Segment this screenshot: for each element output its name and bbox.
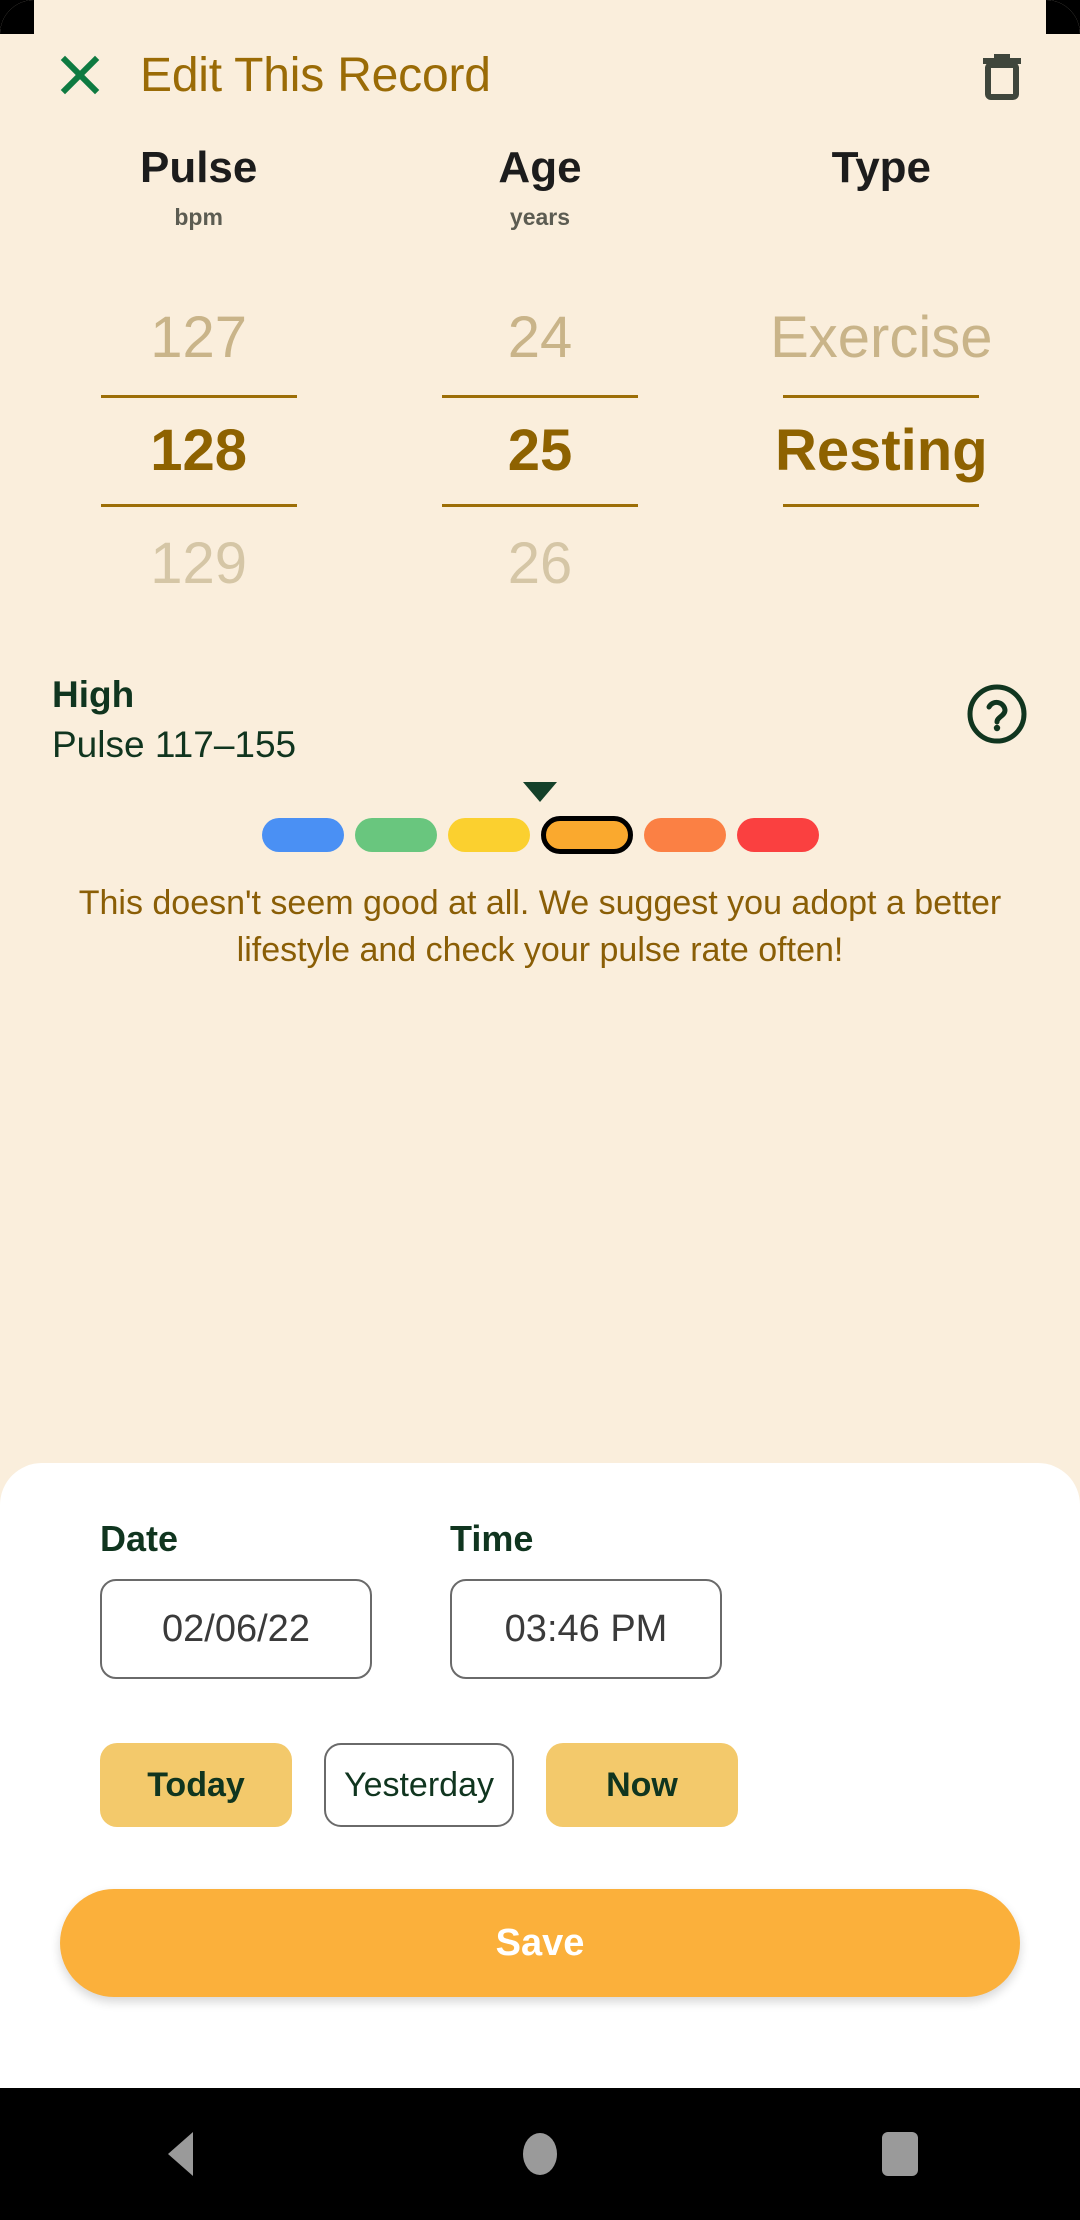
scale-pills[interactable] — [261, 816, 819, 855]
app-window: Edit This Record Pulse bpm 127 128 129 A… — [0, 0, 1080, 2088]
frame-corner-top-right — [1046, 0, 1080, 34]
picker-column-age[interactable]: Age years 24 25 26 — [369, 146, 710, 621]
picker-option-selected[interactable]: 25 — [441, 395, 638, 507]
picker-option-previous[interactable]: Exercise — [711, 281, 1052, 395]
picker-column-pulse[interactable]: Pulse bpm 127 128 129 — [28, 146, 369, 621]
picker-option-next[interactable]: 26 — [369, 507, 710, 621]
scale-pill-orange-selected[interactable] — [540, 816, 633, 855]
picker-wheel[interactable]: 127 128 129 — [28, 281, 369, 621]
caret-down-icon — [523, 782, 557, 803]
date-time-sheet: Date 02/06/22 Time 03:46 PM Today Yester… — [0, 1463, 1080, 2088]
page-title: Edit This Record — [140, 48, 491, 102]
nav-home-button[interactable] — [460, 2088, 620, 2220]
time-group: Time 03:46 PM — [450, 1521, 800, 1679]
picker-column-unit: years — [509, 204, 571, 230]
picker-column-title: Age — [498, 143, 582, 192]
picker-option-selected[interactable]: Resting — [775, 395, 988, 507]
status-block: High Pulse 117–155 — [0, 673, 1080, 766]
back-triangle-icon — [167, 2132, 193, 2176]
android-navigation-bar — [0, 2088, 1080, 2220]
scale-pill-red[interactable] — [736, 818, 819, 853]
now-button[interactable]: Now — [546, 1743, 738, 1827]
save-button-wrap: Save — [0, 1827, 1080, 1997]
picker-wheel[interactable]: Exercise Resting — [711, 281, 1052, 621]
picker-option-selected[interactable]: 128 — [100, 395, 297, 507]
status-text-group: High Pulse 117–155 — [52, 673, 966, 766]
yesterday-button[interactable]: Yesterday — [324, 1743, 514, 1827]
scale-pill-green[interactable] — [354, 818, 437, 853]
picker-column-title: Type — [831, 143, 932, 192]
status-range: Pulse 117–155 — [52, 723, 297, 765]
date-time-row: Date 02/06/22 Time 03:46 PM — [0, 1463, 1080, 1679]
close-icon[interactable] — [52, 47, 108, 103]
scale-pill-yellow[interactable] — [447, 818, 530, 853]
time-field[interactable]: 03:46 PM — [450, 1579, 722, 1679]
save-button[interactable]: Save — [60, 1889, 1020, 1997]
picker-wheel[interactable]: 24 25 26 — [369, 281, 710, 621]
date-label: Date — [100, 1518, 179, 1559]
today-button[interactable]: Today — [100, 1743, 292, 1827]
trash-icon[interactable] — [972, 45, 1032, 105]
picker-option-next[interactable] — [711, 507, 1052, 621]
advice-text: This doesn't seem good at all. We sugges… — [78, 884, 1002, 969]
recents-square-icon — [882, 2132, 918, 2176]
picker-option-previous[interactable]: 127 — [28, 281, 369, 395]
risk-scale — [0, 782, 1080, 855]
picker-option-previous[interactable]: 24 — [369, 281, 710, 395]
status-level: High — [52, 674, 135, 715]
home-circle-icon — [523, 2133, 557, 2175]
quick-actions-row: Today Yesterday Now — [0, 1679, 1080, 1827]
time-label: Time — [450, 1518, 534, 1559]
value-picker[interactable]: Pulse bpm 127 128 129 Age years 24 25 26… — [0, 146, 1080, 621]
scale-pill-deep-orange[interactable] — [643, 818, 726, 853]
nav-back-button[interactable] — [100, 2088, 260, 2220]
app-header: Edit This Record — [0, 0, 1080, 150]
question-mark-circle-icon[interactable] — [966, 683, 1028, 745]
picker-option-next[interactable]: 129 — [28, 507, 369, 621]
device-screen: Edit This Record Pulse bpm 127 128 129 A… — [0, 0, 1080, 2220]
frame-corner-top-left — [0, 0, 34, 34]
picker-column-title: Pulse — [139, 143, 258, 192]
nav-recents-button[interactable] — [820, 2088, 980, 2220]
scale-pill-blue[interactable] — [261, 818, 344, 853]
picker-column-unit: bpm — [174, 204, 223, 230]
date-group: Date 02/06/22 — [100, 1521, 450, 1679]
date-field[interactable]: 02/06/22 — [100, 1579, 372, 1679]
picker-column-type[interactable]: Type Exercise Resting — [711, 146, 1052, 621]
